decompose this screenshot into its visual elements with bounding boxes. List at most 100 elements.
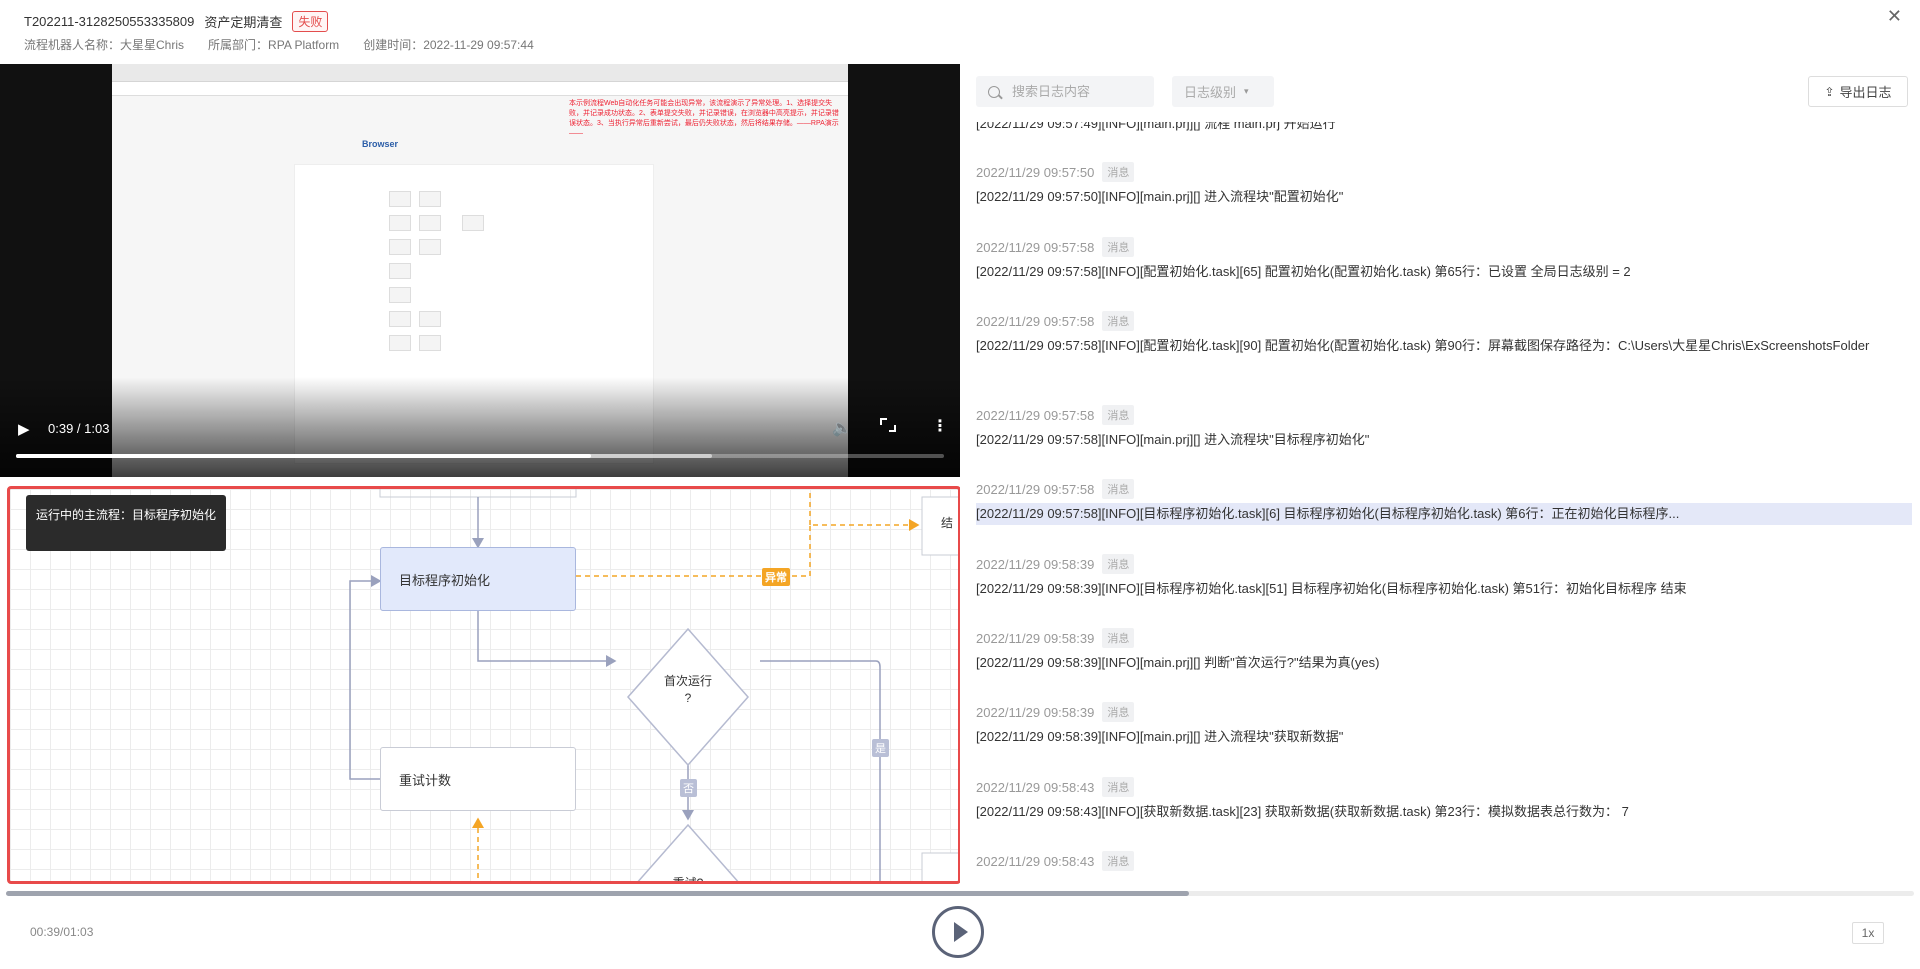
dept-label: 所属部门： xyxy=(208,38,269,52)
edge-label-no: 否 xyxy=(680,779,697,797)
log-timestamp: 2022/11/29 09:57:58 xyxy=(976,407,1095,423)
log-entry-header: 2022/11/29 09:58:39 消息 xyxy=(976,702,1135,722)
log-level-tag: 消息 xyxy=(1102,851,1135,871)
status-badge: 失败 xyxy=(292,11,329,32)
log-level-tag: 消息 xyxy=(1102,554,1135,574)
node-partial-right-label[interactable]: 结 xyxy=(922,515,958,532)
timeline-bar[interactable] xyxy=(6,891,1914,896)
node-target-init-label: 目标程序初始化 xyxy=(399,572,491,588)
log-level-tag: 消息 xyxy=(1102,777,1135,797)
log-message: [2022/11/29 09:58:39][INFO][目标程序初始化.task… xyxy=(976,581,1687,596)
log-message: [2022/11/29 09:58:43][INFO][获取新数据.task][… xyxy=(976,804,1629,819)
log-level-tag: 消息 xyxy=(1102,162,1135,182)
video-play-icon[interactable]: ▶ xyxy=(18,420,30,438)
export-icon: ⇪ xyxy=(1824,84,1835,99)
browser-tab-bar xyxy=(112,64,848,82)
playback-time: 00:39/01:03 xyxy=(30,925,94,939)
log-entry-header: 2022/11/29 09:57:58 消息 xyxy=(976,311,1135,331)
fullscreen-icon[interactable] xyxy=(880,418,896,432)
screen-key xyxy=(389,335,411,351)
log-message: [2022/11/29 09:57:50][INFO][main.prj][] … xyxy=(976,189,1344,204)
created-time: 2022-11-29 09:57:44 xyxy=(423,38,534,52)
log-timestamp: 2022/11/29 09:57:58 xyxy=(976,313,1095,329)
log-entry-header: 2022/11/29 09:58:39 消息 xyxy=(976,628,1135,648)
screen-key xyxy=(389,191,411,207)
log-entry-header: 2022/11/29 09:58:43 消息 xyxy=(976,777,1135,797)
robot-name: 大星星Chris xyxy=(120,38,185,52)
flow-canvas[interactable]: 运行中的主流程：目标程序初始化 目标程序初始化 重试计数 首次运行 ? 重试? … xyxy=(7,486,961,884)
timeline-fill xyxy=(6,891,1189,896)
dept-name: RPA Platform xyxy=(268,38,340,52)
log-entry-header: 2022/11/29 09:57:58 消息 xyxy=(976,237,1135,257)
header-meta-row: 流程机器人名称：大星星Chris 所属部门：RPA Platform 创建时间：… xyxy=(24,36,534,53)
log-timestamp: 2022/11/29 09:57:50 xyxy=(976,164,1095,180)
log-level-tag: 消息 xyxy=(1102,479,1135,499)
log-level-label: 日志级别 xyxy=(1184,85,1237,100)
log-level-tag: 消息 xyxy=(1102,405,1135,425)
browser-address-bar xyxy=(112,82,848,96)
log-timestamp: 2022/11/29 09:58:39 xyxy=(976,556,1095,572)
screen-key xyxy=(419,311,441,327)
screen-key xyxy=(419,239,441,255)
screen-key xyxy=(419,191,441,207)
video-time: 0:39 / 1:03 xyxy=(48,421,110,436)
log-message: [2022/11/29 09:57:58][INFO][配置初始化.task][… xyxy=(976,338,1870,353)
edge-label-yes: 是 xyxy=(872,739,889,757)
log-timestamp: 2022/11/29 09:58:43 xyxy=(976,779,1095,795)
close-icon[interactable]: ✕ xyxy=(1887,6,1902,27)
log-message: [2022/11/29 09:57:58][INFO][目标程序初始化.task… xyxy=(976,503,1912,525)
video-progress-fill xyxy=(16,454,592,458)
log-timestamp: 2022/11/29 09:58:39 xyxy=(976,704,1095,720)
node-retry-count-label: 重试计数 xyxy=(399,772,452,788)
log-entry-header: 2022/11/29 09:58:43 消息 xyxy=(976,851,1135,871)
log-level-tag: 消息 xyxy=(1102,628,1135,648)
task-name: 资产定期清查 xyxy=(204,15,283,30)
screen-key xyxy=(389,287,411,303)
log-entry-header: 2022/11/29 09:57:58 消息 xyxy=(976,479,1135,499)
header: T202211-3128250553335809 资产定期清查 失败 流程机器人… xyxy=(0,0,1920,64)
log-message: [2022/11/29 09:57:58][INFO][main.prj][] … xyxy=(976,432,1370,447)
screen-notice: 本示例流程Web自动化任务可能会出现异常，该流程演示了异常处理。1、选择提交失败… xyxy=(569,100,839,137)
created-info: 创建时间：2022-11-29 09:57:44 xyxy=(363,36,534,53)
node-retry-decision-label[interactable]: 重试? xyxy=(648,875,728,881)
log-search-input[interactable] xyxy=(976,76,1154,107)
node-target-init[interactable]: 目标程序初始化 xyxy=(380,547,576,611)
log-level-tag: 消息 xyxy=(1102,311,1135,331)
video-progress-bar[interactable] xyxy=(16,454,944,458)
log-first-line: [2022/11/29 09:57:49][INFO][main.prj][] … xyxy=(976,122,1336,131)
log-level-tag: 消息 xyxy=(1102,237,1135,257)
node-retry-count[interactable]: 重试计数 xyxy=(380,747,576,811)
screen-key xyxy=(389,215,411,231)
play-button[interactable] xyxy=(932,906,984,958)
volume-icon[interactable]: 🔈 xyxy=(832,418,852,438)
header-title-row: T202211-3128250553335809 资产定期清查 失败 xyxy=(24,11,329,32)
log-panel: 日志级别 ▾ ⇪ 导出日志 [2022/11/29 09:57:49][INFO… xyxy=(960,64,1920,886)
chevron-down-icon: ▾ xyxy=(1244,86,1249,96)
robot-info: 流程机器人名称：大星星Chris xyxy=(24,36,184,53)
screen-key xyxy=(389,311,411,327)
speed-button[interactable]: 1x xyxy=(1852,922,1884,944)
log-entry-header: 2022/11/29 09:58:39 消息 xyxy=(976,554,1135,574)
log-level-select[interactable]: 日志级别 ▾ xyxy=(1172,76,1274,107)
export-log-button[interactable]: ⇪ 导出日志 xyxy=(1808,76,1908,107)
log-list[interactable]: [2022/11/29 09:57:49][INFO][main.prj][] … xyxy=(960,122,1920,886)
export-log-label: 导出日志 xyxy=(1839,85,1892,100)
video-controls-shade xyxy=(0,377,960,477)
log-level-tag: 消息 xyxy=(1102,702,1135,722)
log-timestamp: 2022/11/29 09:58:39 xyxy=(976,630,1095,646)
browser-logo: Browser xyxy=(362,139,399,149)
screen-key xyxy=(389,263,411,279)
log-message: [2022/11/29 09:58:39][INFO][main.prj][] … xyxy=(976,729,1344,744)
search-icon xyxy=(988,86,1000,98)
task-id: T202211-3128250553335809 xyxy=(24,14,195,29)
created-label: 创建时间： xyxy=(363,38,424,52)
screen-key xyxy=(419,215,441,231)
robot-label: 流程机器人名称： xyxy=(24,38,121,52)
log-entry-header: 2022/11/29 09:57:50 消息 xyxy=(976,162,1135,182)
log-message: [2022/11/29 09:58:39][INFO][main.prj][] … xyxy=(976,655,1380,670)
recording-video[interactable]: Browser 本示例流程Web自动化任务可能会出现异常，该流程演示了异常处理。… xyxy=(0,64,960,477)
more-options-icon[interactable]: ⋮ xyxy=(932,416,948,436)
node-first-run-label[interactable]: 首次运行 ? xyxy=(648,673,728,707)
log-timestamp: 2022/11/29 09:58:43 xyxy=(976,853,1095,869)
screen-key xyxy=(419,335,441,351)
